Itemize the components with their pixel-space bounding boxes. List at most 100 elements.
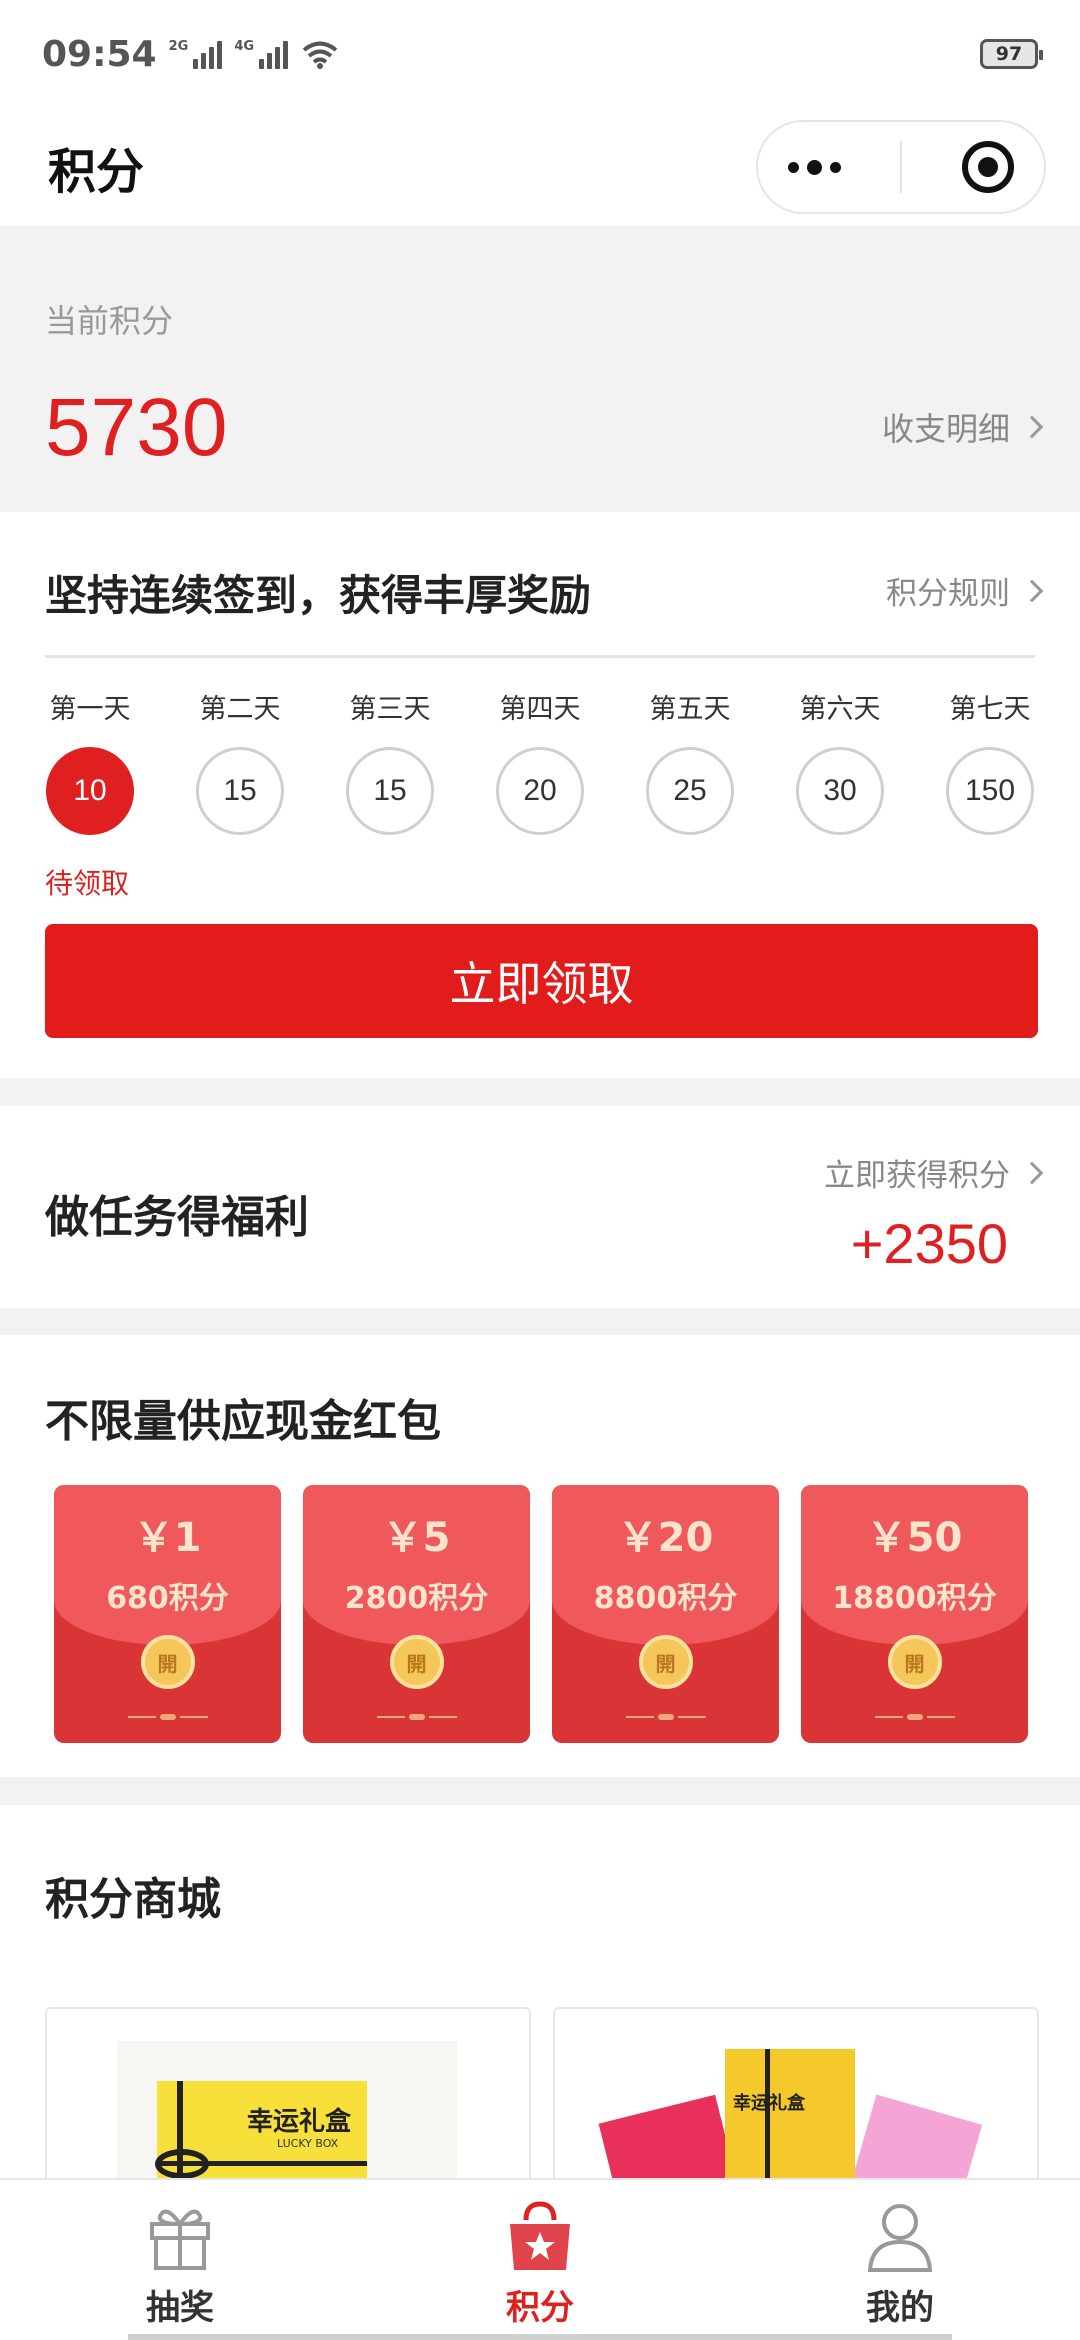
points-bag-icon	[510, 2201, 570, 2270]
packet-points: 18800积分	[832, 1581, 997, 1616]
network-type-1: 2G	[168, 39, 189, 54]
day-label: 第七天	[949, 694, 1031, 725]
chevron-right-icon	[1020, 1161, 1044, 1184]
packet-points: 680积分	[106, 1581, 229, 1616]
capsule-divider	[900, 141, 903, 193]
product-image: 幸运礼盒 LUCKY BOX	[117, 2041, 457, 2180]
tasks-card[interactable]: 做任务得福利 立即获得积分 +2350	[0, 1106, 1080, 1308]
points-value: 5730	[45, 382, 228, 473]
points-detail-label: 收支明细	[881, 410, 1010, 448]
product-image: 幸运礼盒	[598, 2037, 985, 2180]
points-detail-link[interactable]: 收支明细	[881, 404, 1044, 450]
day-points: 30	[796, 747, 884, 835]
network-type-2: 4G	[234, 39, 255, 54]
product-card[interactable]: 幸运礼盒 LUCKY BOX	[45, 2007, 531, 2180]
day-label: 第一天	[49, 694, 131, 725]
ornament-icon	[624, 1714, 708, 1720]
miniprogram-capsule	[756, 120, 1046, 214]
checkin-day-1[interactable]: 第一天 10	[30, 687, 150, 835]
product-box-text: 幸运礼盒	[247, 2107, 352, 2137]
day-label: 第四天	[499, 694, 581, 725]
open-coin-icon: 開	[638, 1635, 693, 1689]
tab-label: 积分	[506, 2288, 574, 2328]
tab-lottery[interactable]: 抽奖	[0, 2180, 360, 2340]
battery-icon: 97	[980, 39, 1043, 69]
tab-points[interactable]: 积分	[360, 2180, 720, 2340]
points-summary: 当前积分 5730 收支明细	[0, 226, 1080, 512]
product-box-subtext: LUCKY BOX	[277, 2137, 339, 2150]
close-miniprogram-icon[interactable]	[962, 141, 1015, 193]
day-points: 10	[46, 747, 134, 835]
points-mall-section: 积分商城 幸运礼盒 LUCKY BOX 幸运礼盒	[0, 1805, 1080, 2180]
red-packets-title: 不限量供应现金红包	[45, 1396, 441, 1447]
product-box-text: 幸运礼盒	[733, 2093, 805, 2114]
open-coin-icon: 開	[389, 1635, 444, 1689]
packet-points: 8800积分	[593, 1581, 738, 1616]
points-mall-title: 积分商城	[45, 1874, 221, 1925]
red-packet-1[interactable]: ￥1 680积分 開	[54, 1485, 281, 1743]
checkin-day-4[interactable]: 第四天 20	[480, 687, 600, 835]
tasks-title: 做任务得福利	[45, 1192, 309, 1243]
day-label: 第二天	[199, 694, 281, 725]
points-rules-link[interactable]: 积分规则	[886, 568, 1044, 613]
get-points-label: 立即获得积分	[824, 1158, 1010, 1194]
packet-amount: ￥1	[133, 1515, 202, 1561]
signal-icon-2: 4G	[234, 39, 289, 69]
red-packet-list: ￥1 680积分 開 ￥5 2800积分 開 ￥20 8800积分 開 ￥50 …	[54, 1485, 1028, 1743]
checkin-day-7[interactable]: 第七天 150	[930, 687, 1050, 835]
ornament-icon	[126, 1714, 210, 1720]
checkin-day-3[interactable]: 第三天 15	[330, 687, 450, 835]
chevron-right-icon	[1020, 579, 1044, 602]
packet-amount: ￥20	[617, 1515, 714, 1561]
points-label: 当前积分	[45, 302, 174, 340]
get-points-link[interactable]: 立即获得积分	[824, 1150, 1044, 1195]
battery-level: 97	[995, 43, 1023, 65]
day-points: 15	[346, 747, 434, 835]
pending-status: 待领取	[45, 867, 130, 900]
day-points: 150	[946, 747, 1034, 835]
checkin-card: 坚持连续签到，获得丰厚奖励 积分规则 第一天 10 第二天 15 第三天 15 …	[0, 512, 1080, 1078]
packet-amount: ￥5	[382, 1515, 451, 1561]
more-icon[interactable]	[787, 159, 841, 175]
tab-label: 抽奖	[146, 2288, 214, 2328]
open-coin-icon: 開	[140, 1635, 195, 1689]
signal-icon: 2G	[169, 39, 223, 69]
wifi-icon	[302, 41, 338, 69]
tab-bar: 抽奖 积分 我的	[0, 2178, 1080, 2340]
status-bar: 09:54 2G 4G 97	[0, 0, 1080, 108]
day-label: 第五天	[649, 694, 731, 725]
checkin-title: 坚持连续签到，获得丰厚奖励	[45, 571, 592, 620]
divider	[45, 655, 1035, 658]
packet-amount: ￥50	[866, 1515, 963, 1561]
page-title: 积分	[48, 144, 145, 200]
home-indicator	[128, 2334, 952, 2340]
day-points: 15	[196, 747, 284, 835]
day-label: 第六天	[799, 694, 881, 725]
claim-button[interactable]: 立即领取	[45, 924, 1038, 1038]
red-packet-4[interactable]: ￥50 18800积分 開	[801, 1485, 1028, 1743]
packet-points: 2800积分	[344, 1581, 489, 1616]
day-label: 第三天	[349, 694, 431, 725]
gift-icon	[150, 2209, 210, 2270]
ornament-icon	[375, 1714, 459, 1720]
chevron-right-icon	[1020, 415, 1044, 439]
day-points: 20	[496, 747, 584, 835]
points-rules-label: 积分规则	[886, 576, 1010, 612]
product-card[interactable]: 幸运礼盒	[553, 2007, 1039, 2180]
checkin-day-2[interactable]: 第二天 15	[180, 687, 300, 835]
checkin-day-5[interactable]: 第五天 25	[630, 687, 750, 835]
tab-mine[interactable]: 我的	[720, 2180, 1080, 2340]
red-packet-2[interactable]: ￥5 2800积分 開	[303, 1485, 530, 1743]
tab-label: 我的	[866, 2288, 934, 2328]
open-coin-icon: 開	[887, 1635, 942, 1689]
status-time: 09:54	[42, 33, 157, 75]
ornament-icon	[873, 1714, 957, 1720]
tasks-bonus: +2350	[850, 1212, 1008, 1275]
red-packets-section: 不限量供应现金红包 ￥1 680积分 開 ￥5 2800积分 開 ￥20 880…	[0, 1335, 1080, 1777]
red-packet-3[interactable]: ￥20 8800积分 開	[552, 1485, 779, 1743]
nav-bar: 积分	[0, 108, 1080, 226]
user-icon	[867, 2204, 933, 2272]
checkin-day-6[interactable]: 第六天 30	[780, 687, 900, 835]
day-points: 25	[646, 747, 734, 835]
checkin-days: 第一天 10 第二天 15 第三天 15 第四天 20 第五天 25 第六天 3…	[30, 687, 1050, 835]
